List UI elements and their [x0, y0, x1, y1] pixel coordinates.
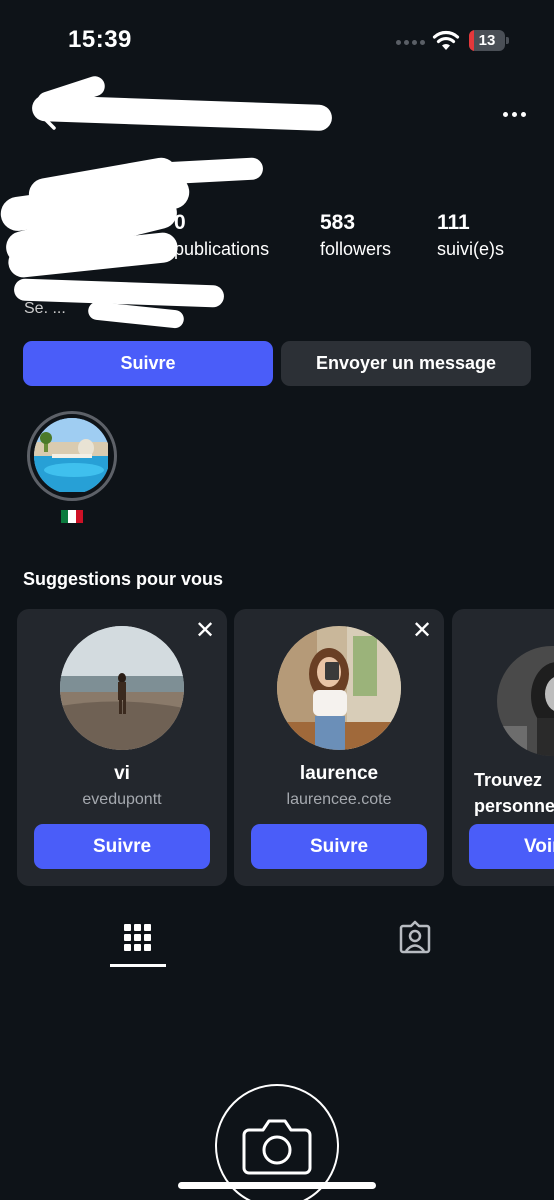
bio-text: Se. ... [24, 300, 66, 317]
avatar[interactable] [60, 626, 184, 750]
close-icon[interactable]: ✕ [412, 619, 432, 643]
followers-count: 583 [320, 211, 356, 234]
avatar[interactable] [277, 626, 401, 750]
close-icon[interactable]: ✕ [195, 619, 215, 643]
wifi-icon [432, 30, 460, 50]
posts-label: publications [174, 239, 270, 259]
suggestion-name: vi [114, 763, 130, 784]
follow-suggestion-button[interactable]: Suivre [34, 824, 210, 869]
send-message-button[interactable]: Envoyer un message [281, 341, 531, 386]
home-indicator [178, 1182, 376, 1189]
see-all-button[interactable]: Voir [469, 824, 554, 869]
more-horizontal-icon [502, 111, 508, 117]
posts-count: 0 [174, 211, 186, 234]
suggestion-card[interactable]: ✕ vi evedupontt Suivre [17, 609, 227, 886]
battery-icon: 13 [469, 30, 505, 51]
grid-icon[interactable] [110, 918, 166, 968]
following-count: 111 [437, 211, 470, 234]
suggestion-card[interactable]: ✕ laurence laurencee.cote Suivre [234, 609, 444, 886]
following-label: suivi(e)s [437, 239, 505, 259]
find-people-text: Trouvez personne [474, 767, 554, 819]
following-stat[interactable]: 111 suivi(e)s [437, 210, 504, 262]
followers-stat[interactable]: 583 followers [320, 210, 391, 262]
highlight-thumbnail [34, 418, 110, 494]
active-tab-indicator [110, 964, 166, 967]
story-highlight[interactable] [27, 411, 117, 501]
followers-label: followers [320, 239, 392, 259]
mexico-flag-icon [61, 510, 83, 523]
battery-cap [506, 37, 509, 44]
suggestion-card-partial[interactable]: Trouvez personne Voir [452, 609, 554, 886]
more-options-button[interactable] [498, 104, 530, 124]
battery-level: 13 [478, 32, 496, 49]
find-people-line-2: personne [474, 796, 554, 816]
cellular-signal-icon [396, 40, 425, 45]
find-people-line-1: Trouvez [474, 770, 543, 790]
suggestions-title: Suggestions pour vous [23, 569, 224, 589]
status-time: 15:39 [68, 26, 132, 53]
camera-icon [242, 1119, 312, 1175]
follow-suggestion-button[interactable]: Suivre [251, 824, 427, 869]
suggestion-username: laurencee.cote [286, 791, 392, 808]
avatar[interactable] [497, 646, 554, 756]
tagged-person-icon[interactable] [397, 920, 433, 956]
follow-button[interactable]: Suivre [23, 341, 273, 386]
profile-screen: 15:39 13 0 publications 583 followers 11… [0, 0, 554, 1200]
posts-stat[interactable]: 0 publications [174, 210, 269, 262]
suggestion-username: evedupontt [82, 791, 162, 808]
suggestion-name: laurence [299, 763, 379, 784]
